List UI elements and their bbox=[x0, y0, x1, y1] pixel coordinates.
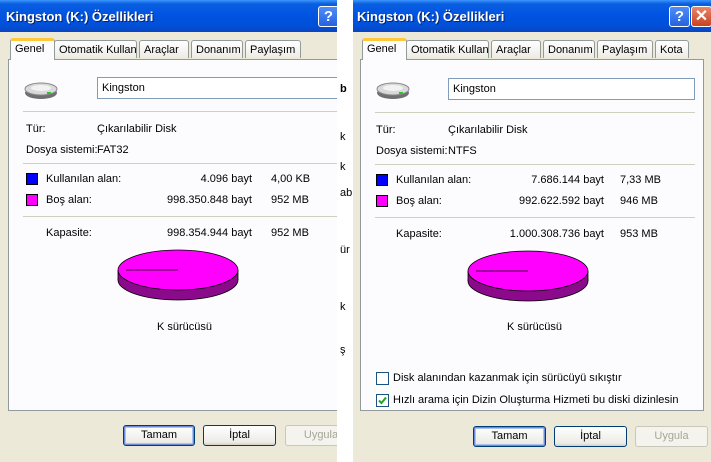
index-checkbox[interactable] bbox=[376, 394, 389, 407]
tab-donanim-right[interactable]: Donanım bbox=[543, 40, 595, 58]
volume-name-input-left[interactable]: Kingston bbox=[97, 77, 337, 99]
checkmark-icon bbox=[378, 396, 387, 405]
tab-paylasim-left[interactable]: Paylaşım bbox=[245, 40, 301, 58]
used-color-swatch bbox=[376, 174, 388, 186]
window-title-right: Kingston (K:) Özellikleri bbox=[357, 9, 505, 24]
free-label: Boş alan: bbox=[46, 194, 92, 206]
capacity-label: Kapasite: bbox=[46, 227, 92, 239]
capacity-size: 952 MB bbox=[271, 227, 309, 239]
properties-dialog-left: Kingston (K:) Özellikleri ? Genel Otomat… bbox=[0, 0, 337, 462]
strip-glyph: ür bbox=[340, 244, 350, 256]
strip-glyph: ş bbox=[340, 344, 346, 356]
separator bbox=[23, 216, 337, 217]
disk-usage-pie-chart bbox=[466, 249, 590, 308]
tab-kota-right[interactable]: Kota bbox=[655, 40, 689, 58]
used-size: 7,33 MB bbox=[620, 174, 661, 186]
capacity-size: 953 MB bbox=[620, 228, 658, 240]
used-size: 4,00 KB bbox=[271, 173, 311, 185]
type-label: Tür: bbox=[376, 124, 396, 136]
filesystem-label: Dosya sistemi: bbox=[376, 145, 448, 157]
drive-icon bbox=[23, 78, 59, 105]
filesystem-label: Dosya sistemi: bbox=[26, 144, 98, 156]
capacity-label: Kapasite: bbox=[396, 228, 442, 240]
strip-glyph: k bbox=[340, 301, 346, 313]
apply-button-left[interactable]: Uygula bbox=[285, 425, 337, 446]
filesystem-value: FAT32 bbox=[97, 144, 129, 156]
separator bbox=[23, 111, 337, 112]
drive-icon bbox=[375, 78, 411, 105]
free-color-swatch bbox=[376, 195, 388, 207]
type-label: Tür: bbox=[26, 123, 46, 135]
help-button-right[interactable]: ? bbox=[669, 6, 690, 27]
general-panel-left: Kingston Tür: Çıkarılabilir Disk Dosya s… bbox=[8, 59, 337, 411]
cancel-button-left[interactable]: İptal bbox=[203, 425, 276, 446]
free-bytes: 998.350.848 bayt bbox=[166, 194, 252, 206]
separator bbox=[375, 112, 695, 113]
drive-letter-label: K sürücüsü bbox=[157, 321, 213, 333]
separator bbox=[23, 163, 337, 164]
general-panel-right: Kingston Tür: Çıkarılabilir Disk Dosya s… bbox=[360, 59, 704, 411]
strip-glyph: k bbox=[340, 131, 346, 143]
free-size: 952 MB bbox=[271, 194, 309, 206]
window-title-left: Kingston (K:) Özellikleri bbox=[6, 9, 154, 24]
tab-otomatik-kullan-left[interactable]: Otomatik Kullan bbox=[54, 40, 137, 58]
type-value: Çıkarılabilir Disk bbox=[448, 124, 528, 136]
strip-glyph: k bbox=[340, 161, 346, 173]
tab-otomatik-kullan-right[interactable]: Otomatik Kullan bbox=[406, 40, 489, 58]
background-window-strip: b k k ab ür k ş bbox=[337, 33, 353, 462]
tab-araclar-left[interactable]: Araçlar bbox=[139, 40, 189, 58]
tab-araclar-right[interactable]: Araçlar bbox=[491, 40, 541, 58]
ok-button-right[interactable]: Tamam bbox=[473, 426, 546, 447]
help-button-left[interactable]: ? bbox=[318, 6, 337, 27]
free-size: 946 MB bbox=[620, 195, 658, 207]
filesystem-value: NTFS bbox=[448, 145, 477, 157]
ok-button-left[interactable]: Tamam bbox=[123, 425, 195, 446]
capacity-bytes: 998.354.944 bayt bbox=[166, 227, 252, 239]
used-label: Kullanılan alan: bbox=[396, 174, 472, 186]
used-label: Kullanılan alan: bbox=[46, 173, 122, 185]
close-button-right[interactable]: ✕ bbox=[691, 6, 711, 27]
properties-dialog-right: Kingston (K:) Özellikleri ? ✕ Genel Otom… bbox=[353, 0, 711, 462]
type-value: Çıkarılabilir Disk bbox=[97, 123, 177, 135]
strip-glyph: b bbox=[340, 83, 347, 95]
strip-glyph: ab bbox=[340, 187, 353, 199]
tab-paylasim-right[interactable]: Paylaşım bbox=[597, 40, 653, 58]
compress-checkbox[interactable] bbox=[376, 372, 389, 385]
title-bar-left[interactable]: Kingston (K:) Özellikleri ? bbox=[0, 0, 337, 32]
compress-label[interactable]: Disk alanından kazanmak için sürücüyü sı… bbox=[393, 372, 622, 384]
cancel-button-right[interactable]: İptal bbox=[554, 426, 627, 447]
used-bytes: 7.686.144 bayt bbox=[531, 174, 604, 186]
separator bbox=[375, 164, 695, 165]
tab-genel-right[interactable]: Genel bbox=[362, 38, 407, 60]
free-label: Boş alan: bbox=[396, 195, 442, 207]
title-bar-right[interactable]: Kingston (K:) Özellikleri ? ✕ bbox=[353, 0, 711, 32]
free-bytes: 992.622.592 bayt bbox=[518, 195, 604, 207]
volume-name-input-right[interactable]: Kingston bbox=[448, 78, 695, 100]
free-color-swatch bbox=[26, 194, 38, 206]
tab-genel-left[interactable]: Genel bbox=[10, 38, 55, 60]
capacity-bytes: 1.000.308.736 bayt bbox=[509, 228, 604, 240]
tab-donanim-left[interactable]: Donanım bbox=[191, 40, 243, 58]
drive-letter-label: K sürücüsü bbox=[507, 321, 563, 333]
used-color-swatch bbox=[26, 173, 38, 185]
used-bytes: 4.096 bayt bbox=[200, 173, 252, 185]
disk-usage-pie-chart bbox=[116, 248, 240, 307]
apply-button-right[interactable]: Uygula bbox=[635, 426, 708, 447]
index-label[interactable]: Hızlı arama için Dizin Oluşturma Hizmeti… bbox=[393, 394, 678, 406]
separator bbox=[375, 217, 695, 218]
